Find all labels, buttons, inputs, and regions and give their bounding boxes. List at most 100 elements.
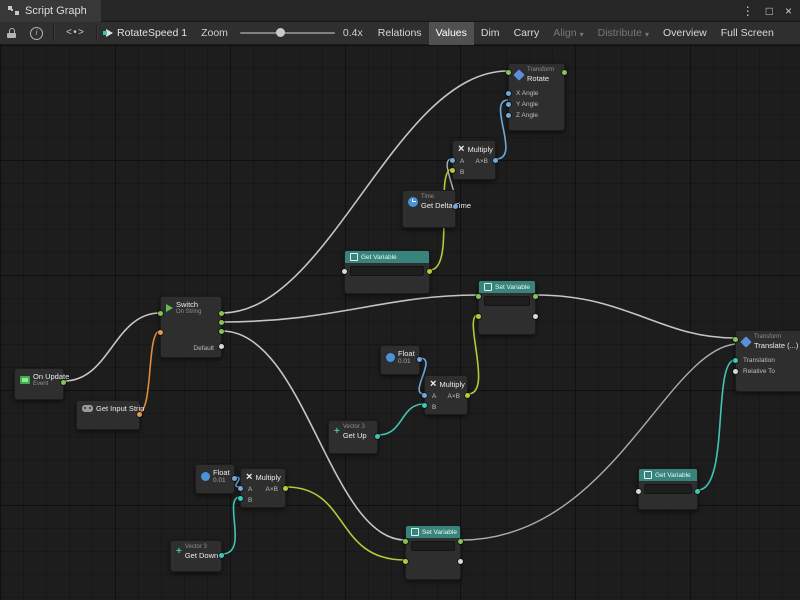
flow-in-port[interactable] bbox=[158, 311, 163, 316]
value-out-port[interactable] bbox=[137, 412, 142, 417]
value-in-port[interactable] bbox=[342, 269, 347, 274]
node-get-variable-mid[interactable]: Get Variable bbox=[344, 250, 430, 294]
value-out-port[interactable] bbox=[695, 489, 700, 494]
value-in-port-a[interactable] bbox=[238, 486, 243, 491]
node-get-input-string[interactable]: Get Input Strin bbox=[76, 400, 140, 430]
distribute-dropdown[interactable]: Distribute▾ bbox=[591, 22, 656, 45]
value-in-port[interactable] bbox=[636, 489, 641, 494]
tab-script-graph[interactable]: Script Graph bbox=[0, 0, 101, 22]
variable-name-field[interactable] bbox=[484, 296, 530, 306]
flow-in-port[interactable] bbox=[476, 294, 481, 299]
flow-out-port[interactable] bbox=[219, 320, 224, 325]
node-vector3-get-down[interactable]: + Vector 3 Get Down bbox=[170, 540, 222, 572]
close-icon[interactable]: × bbox=[785, 0, 792, 22]
flow-out-port[interactable] bbox=[61, 380, 66, 385]
node-get-delta-time[interactable]: Time Get Delta Time bbox=[402, 190, 456, 228]
value-in-port-a[interactable] bbox=[450, 158, 455, 163]
values-button[interactable]: Values bbox=[429, 22, 474, 45]
node-title: Switch bbox=[176, 300, 201, 309]
script-graph-icon bbox=[8, 6, 19, 15]
value-out-port[interactable] bbox=[458, 559, 463, 564]
value-in-port-b[interactable] bbox=[238, 496, 243, 501]
info-button[interactable] bbox=[23, 22, 50, 44]
value-in-port-a[interactable] bbox=[422, 393, 427, 398]
zoom-slider[interactable] bbox=[240, 32, 335, 34]
node-header: Switch On String bbox=[161, 297, 221, 318]
node-on-update[interactable]: On Update Event bbox=[14, 368, 64, 400]
node-float-bottom[interactable]: Float 0.01 bbox=[195, 464, 235, 494]
node-set-variable-mid[interactable]: Set Variable bbox=[478, 280, 536, 335]
node-multiply-top[interactable]: × Multiply A A×B B bbox=[452, 140, 496, 180]
y-angle-in-port[interactable] bbox=[506, 102, 511, 107]
flow-out-port[interactable] bbox=[562, 70, 567, 75]
port-label: Translation bbox=[743, 357, 775, 366]
dim-button[interactable]: Dim bbox=[474, 22, 507, 45]
z-angle-in-port[interactable] bbox=[506, 113, 511, 118]
clock-icon bbox=[408, 197, 418, 207]
graph-name[interactable]: RotateSpeed 1 bbox=[115, 27, 195, 39]
zoom-fit-button[interactable]: <•> bbox=[57, 28, 93, 39]
node-get-variable-right[interactable]: Get Variable bbox=[638, 468, 698, 510]
node-transform-rotate[interactable]: Transform Rotate X Angle Y Angle Z Angle bbox=[508, 63, 565, 131]
node-float-top[interactable]: Float 0.01 bbox=[380, 345, 420, 375]
value-out-port[interactable] bbox=[453, 204, 458, 209]
node-header: × Multiply bbox=[241, 469, 285, 485]
node-vector3-get-up[interactable]: + Vector 3 Get Up bbox=[328, 420, 378, 454]
port-label: A×B bbox=[476, 158, 488, 167]
full-screen-button[interactable]: Full Screen bbox=[714, 22, 781, 45]
window-menu-icon[interactable]: ⋮ bbox=[742, 0, 754, 22]
graph-toolbar: <•> RotateSpeed 1 Zoom 0.4x Relations Va… bbox=[0, 22, 800, 45]
carry-button[interactable]: Carry bbox=[507, 22, 547, 45]
node-multiply-mid[interactable]: × Multiply A A×B B bbox=[424, 375, 468, 415]
node-set-variable-bottom[interactable]: Set Variable bbox=[405, 525, 461, 580]
value-in-port[interactable] bbox=[476, 314, 481, 319]
flow-out-port[interactable] bbox=[458, 539, 463, 544]
transform-icon bbox=[513, 69, 524, 80]
value-out-port[interactable] bbox=[493, 158, 498, 163]
zoom-slider-handle[interactable] bbox=[276, 28, 285, 37]
value-out-port[interactable] bbox=[427, 269, 432, 274]
relative-to-in-port[interactable] bbox=[733, 369, 738, 374]
value-out-port[interactable] bbox=[375, 434, 380, 439]
value-out-port[interactable] bbox=[283, 486, 288, 491]
lock-button[interactable] bbox=[0, 22, 23, 44]
value-out-port[interactable] bbox=[232, 476, 237, 481]
node-transform-translate[interactable]: Transform Translate (...) Translation Re… bbox=[735, 330, 800, 392]
node-subtitle: Vector 3 bbox=[343, 424, 367, 431]
flow-in-port[interactable] bbox=[403, 539, 408, 544]
float-value[interactable]: 0.01 bbox=[213, 477, 228, 485]
value-in-port-b[interactable] bbox=[422, 403, 427, 408]
graph-canvas[interactable]: On Update Event Get Input Strin Switch bbox=[0, 45, 800, 600]
float-value[interactable]: 0.01 bbox=[398, 358, 413, 366]
align-dropdown[interactable]: Align▾ bbox=[546, 22, 590, 45]
value-out-port[interactable] bbox=[219, 553, 224, 558]
variable-name-field[interactable] bbox=[411, 541, 455, 551]
translation-in-port[interactable] bbox=[733, 358, 738, 363]
flow-out-port[interactable] bbox=[219, 311, 224, 316]
node-title: Get Variable bbox=[361, 254, 397, 261]
variable-name-field[interactable] bbox=[350, 266, 424, 276]
port-label: A bbox=[460, 158, 464, 167]
flow-in-port[interactable] bbox=[506, 70, 511, 75]
value-in-port[interactable] bbox=[403, 559, 408, 564]
node-multiply-bottom[interactable]: × Multiply A A×B B bbox=[240, 468, 286, 508]
node-switch-on-string[interactable]: Switch On String Default bbox=[160, 296, 222, 358]
wire-setvariable-bottom-to-translate bbox=[461, 344, 735, 540]
string-in-port[interactable] bbox=[158, 330, 163, 335]
relations-button[interactable]: Relations bbox=[371, 22, 429, 45]
flow-out-port[interactable] bbox=[219, 329, 224, 334]
flow-out-port[interactable] bbox=[533, 294, 538, 299]
node-title: Get Variable bbox=[655, 472, 691, 479]
maximize-icon[interactable]: □ bbox=[766, 0, 773, 22]
overview-button[interactable]: Overview bbox=[656, 22, 714, 45]
node-header: Float 0.01 bbox=[381, 346, 419, 368]
value-out-port[interactable] bbox=[533, 314, 538, 319]
variable-name-field[interactable] bbox=[644, 484, 692, 494]
float-icon bbox=[201, 472, 210, 481]
value-out-port[interactable] bbox=[465, 393, 470, 398]
value-out-port[interactable] bbox=[417, 357, 422, 362]
value-in-port-b[interactable] bbox=[450, 168, 455, 173]
default-out-port[interactable] bbox=[219, 344, 224, 349]
flow-in-port[interactable] bbox=[733, 337, 738, 342]
x-angle-in-port[interactable] bbox=[506, 91, 511, 96]
